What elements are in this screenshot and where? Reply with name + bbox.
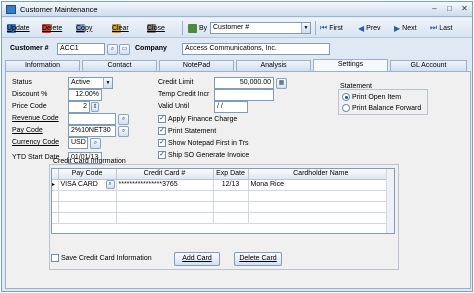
- save-credit-card-checkbox[interactable]: Save Credit Card Information: [51, 254, 152, 262]
- credit-limit-label: Credit Limit: [158, 79, 194, 86]
- discount-label: Discount %: [12, 91, 48, 98]
- next-icon: ▶: [394, 23, 401, 33]
- search-icon[interactable]: ⌕: [118, 114, 129, 125]
- search-icon[interactable]: ⌕: [105, 179, 115, 189]
- print-open-item-radio[interactable]: Print Open Item: [342, 93, 401, 101]
- tab-settings[interactable]: Settings: [313, 59, 388, 71]
- revenue-code-field[interactable]: [68, 113, 116, 125]
- column-header-credit-card[interactable]: Credit Card #: [116, 169, 214, 180]
- checkmark-icon: ✓: [158, 115, 166, 123]
- delete-button[interactable]: Delete: [42, 21, 62, 35]
- discount-field[interactable]: 12.00%: [68, 89, 102, 101]
- status-select[interactable]: Active ▼: [68, 77, 113, 89]
- revenue-code-label: Revenue Code: [12, 115, 59, 122]
- copy-button[interactable]: Copy: [76, 21, 92, 35]
- window-title: Customer Maintenance: [20, 5, 98, 14]
- app-icon: [6, 5, 16, 14]
- minimize-button[interactable]: –: [428, 4, 441, 15]
- currency-code-label: Currency Code: [12, 139, 60, 146]
- tab-notepad[interactable]: NotePad: [159, 60, 234, 71]
- first-button[interactable]: ⏮ First: [320, 21, 343, 35]
- last-icon: ⏭: [430, 23, 438, 32]
- chevron-down-icon: ▼: [301, 23, 310, 33]
- tab-contact[interactable]: Contact: [82, 60, 157, 71]
- checkmark-icon: ✓: [158, 139, 166, 147]
- credit-limit-field[interactable]: 50,000.00: [214, 77, 274, 89]
- sort-by: By: [188, 21, 207, 35]
- add-card-button[interactable]: Add Card: [174, 252, 220, 266]
- table-row[interactable]: [52, 190, 394, 202]
- company-label: Company: [135, 45, 167, 52]
- toolbar-separator: [182, 21, 183, 35]
- first-icon: ⏮: [320, 23, 328, 32]
- sort-by-select[interactable]: Customer # ▼: [210, 22, 311, 34]
- checkmark-icon: ✓: [158, 127, 166, 135]
- radio-selected-icon: [342, 93, 350, 101]
- next-button[interactable]: ▶ Next: [394, 21, 417, 35]
- column-header-pay-code[interactable]: Pay Code: [58, 169, 117, 180]
- price-code-label: Price Code: [12, 103, 47, 110]
- temp-credit-field[interactable]: [214, 89, 274, 101]
- checkmark-icon: ✓: [158, 151, 166, 159]
- temp-credit-label: Temp Credit Incr: [158, 91, 210, 98]
- pay-code-field[interactable]: 2%10NET30: [68, 125, 116, 137]
- search-icon[interactable]: ⌕: [107, 44, 118, 55]
- toolbar-separator: [315, 21, 316, 35]
- chevron-down-icon: ▼: [103, 78, 112, 88]
- table-row[interactable]: [52, 201, 394, 213]
- tab-information[interactable]: Information: [5, 60, 80, 71]
- table-row[interactable]: ▸ VISA CARD ⌕ ****************3765 12/13…: [52, 179, 394, 191]
- delete-card-button[interactable]: Delete Card: [234, 252, 282, 266]
- show-notepad-first-checkbox[interactable]: ✓ Show Notepad First in Trs: [158, 139, 249, 147]
- currency-code-field[interactable]: USD: [68, 137, 88, 149]
- status-label: Status: [12, 79, 32, 86]
- settings-panel: Status Active ▼ Discount % 12.00% Price …: [5, 71, 471, 289]
- search-icon[interactable]: ⌕: [90, 138, 101, 149]
- cardholder-cell[interactable]: Mona Rice: [248, 179, 394, 191]
- print-statement-checkbox[interactable]: ✓ Print Statement: [158, 127, 216, 135]
- credit-card-grid[interactable]: Pay Code Credit Card # Exp Date Cardhold…: [51, 168, 395, 234]
- last-button[interactable]: ⏭ Last: [430, 21, 452, 35]
- apply-finance-charge-checkbox[interactable]: ✓ Apply Finance Charge: [158, 115, 237, 123]
- close-button[interactable]: Close: [147, 21, 165, 35]
- prev-icon: ◀: [358, 23, 365, 33]
- valid-until-label: Valid Until: [158, 103, 189, 110]
- clear-button[interactable]: Clear: [112, 21, 129, 35]
- radio-icon: [342, 104, 350, 112]
- lookup-icon[interactable]: ▭: [119, 44, 130, 55]
- grid-header-row: Pay Code Credit Card # Exp Date Cardhold…: [52, 169, 394, 180]
- prev-button[interactable]: ◀ Prev: [358, 21, 381, 35]
- grid-scrollbar[interactable]: [386, 169, 394, 233]
- toolbar: Update Delete Copy Clear Close By Custom…: [2, 18, 472, 38]
- customer-maintenance-window: Customer Maintenance – □ ✕ Update Delete…: [1, 1, 473, 292]
- ship-so-generate-invoice-checkbox[interactable]: ✓ Ship SO Generate Invoice: [158, 151, 249, 159]
- spin-icon[interactable]: ⇕: [91, 102, 99, 112]
- company-field[interactable]: Access Communications, Inc.: [182, 43, 330, 55]
- calculator-icon[interactable]: ▦: [276, 78, 287, 89]
- tab-analysis[interactable]: Analysis: [236, 60, 311, 71]
- tab-gl-account[interactable]: GL Account: [390, 60, 467, 71]
- price-code-field[interactable]: 2: [68, 101, 90, 113]
- table-row[interactable]: [52, 212, 394, 224]
- close-window-button[interactable]: ✕: [458, 4, 471, 15]
- exp-date-cell[interactable]: 12/13: [213, 179, 249, 191]
- checkbox-icon: [51, 254, 59, 262]
- credit-card-cell[interactable]: ****************3765: [116, 179, 214, 191]
- pay-code-label: Pay Code: [12, 127, 43, 134]
- customer-number-label: Customer #: [10, 45, 49, 52]
- title-bar: Customer Maintenance – □ ✕: [2, 2, 472, 17]
- maximize-button[interactable]: □: [443, 4, 456, 15]
- customer-number-field[interactable]: ACC1: [57, 43, 105, 55]
- customer-header: Customer # ACC1 ⌕ ▭ Company Access Commu…: [2, 39, 472, 61]
- column-header-exp-date[interactable]: Exp Date: [213, 169, 249, 180]
- print-balance-forward-radio[interactable]: Print Balance Forward: [342, 104, 421, 112]
- column-header-cardholder[interactable]: Cardholder Name: [248, 169, 394, 180]
- valid-until-field[interactable]: / /: [214, 101, 248, 113]
- update-button[interactable]: Update: [7, 21, 30, 35]
- pay-code-cell[interactable]: VISA CARD ⌕: [58, 179, 117, 191]
- sort-icon: [188, 23, 197, 33]
- search-icon[interactable]: ⌕: [118, 126, 129, 137]
